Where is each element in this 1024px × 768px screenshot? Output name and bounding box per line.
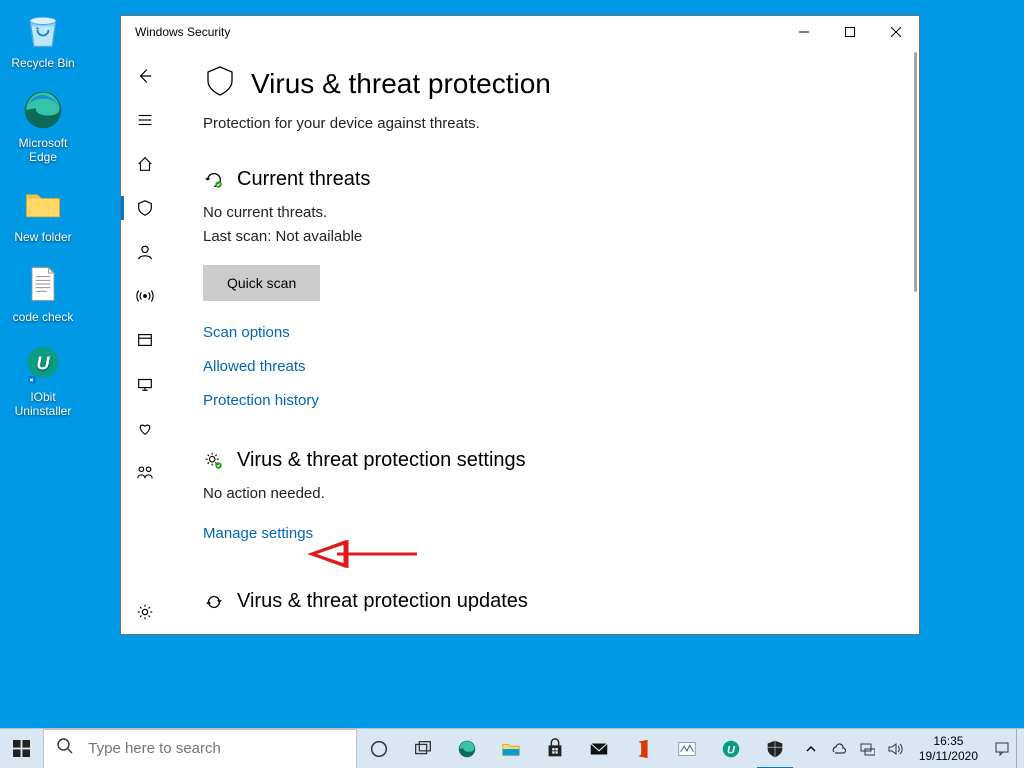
tray-network[interactable]: [853, 729, 881, 768]
tray-volume[interactable]: [881, 729, 909, 768]
tray-onedrive[interactable]: [825, 729, 853, 768]
left-nav: [121, 48, 169, 634]
vtp-settings-title: Virus & threat protection settings: [237, 449, 526, 472]
page-subtitle: Protection for your device against threa…: [203, 115, 889, 132]
updates-icon: [203, 592, 225, 612]
nav-device-security[interactable]: [121, 362, 169, 406]
svg-text:U: U: [727, 744, 736, 756]
quick-scan-button[interactable]: Quick scan: [203, 265, 320, 301]
task-icons: U: [357, 729, 797, 768]
desktop-icon-edge[interactable]: Microsoft Edge: [4, 88, 82, 164]
clock-time: 16:35: [933, 734, 963, 748]
taskbar-iobit[interactable]: U: [709, 729, 753, 768]
taskbar-search[interactable]: [43, 729, 357, 768]
page-title: Virus & threat protection: [251, 68, 551, 100]
nav-home[interactable]: [121, 142, 169, 186]
cortana-button[interactable]: [357, 729, 401, 768]
taskbar-windows-security[interactable]: [753, 729, 797, 768]
edge-icon: [21, 88, 65, 132]
taskbar-file-explorer[interactable]: [489, 729, 533, 768]
iobit-icon: U: [21, 342, 65, 386]
desktop-icon-label: IObit Uninstaller: [4, 390, 82, 418]
scan-icon: [203, 170, 225, 190]
taskbar-edge[interactable]: [445, 729, 489, 768]
window-title: Windows Security: [135, 25, 781, 39]
action-center-button[interactable]: [988, 729, 1016, 768]
nav-family-options[interactable]: [121, 450, 169, 494]
desktop-icon-label: Microsoft Edge: [4, 136, 82, 164]
minimize-button[interactable]: [781, 16, 827, 48]
vtp-settings-section: Virus & threat protection settings No ac…: [203, 449, 889, 546]
show-desktop-button[interactable]: [1016, 729, 1022, 768]
nav-back-button[interactable]: [121, 54, 169, 98]
protection-history-link[interactable]: Protection history: [203, 389, 889, 413]
desktop-icon-recycle-bin[interactable]: Recycle Bin: [4, 8, 82, 70]
text-file-icon: [21, 262, 65, 306]
taskbar-store[interactable]: [533, 729, 577, 768]
settings-status: No action needed.: [203, 482, 889, 506]
taskbar-clock[interactable]: 16:35 19/11/2020: [909, 734, 988, 763]
close-button[interactable]: [873, 16, 919, 48]
titlebar[interactable]: Windows Security: [121, 16, 919, 48]
nav-firewall[interactable]: [121, 274, 169, 318]
search-icon: [56, 737, 74, 760]
nav-account-protection[interactable]: [121, 230, 169, 274]
taskbar-mail[interactable]: [577, 729, 621, 768]
nav-virus-protection[interactable]: [121, 186, 169, 230]
settings-section-icon: [203, 451, 225, 471]
svg-text:U: U: [36, 353, 50, 374]
desktop-icon-code-check[interactable]: code check: [4, 262, 82, 324]
search-input[interactable]: [86, 739, 344, 758]
current-threats-section: Current threats No current threats. Last…: [203, 168, 889, 413]
taskbar-snip[interactable]: [665, 729, 709, 768]
scan-options-link[interactable]: Scan options: [203, 321, 889, 345]
nav-app-browser[interactable]: [121, 318, 169, 362]
windows-security-window: Windows Security Virus & threat protecti…: [120, 15, 920, 635]
scrollbar[interactable]: [914, 52, 917, 292]
nav-hamburger-button[interactable]: [121, 98, 169, 142]
desktop-icons: Recycle Bin Microsoft Edge New folder co…: [4, 8, 82, 418]
desktop-icon-label: code check: [13, 310, 74, 324]
folder-icon: [21, 182, 65, 226]
desktop-icon-label: Recycle Bin: [11, 56, 74, 70]
desktop-icon-label: New folder: [14, 230, 71, 244]
taskbar-office[interactable]: [621, 729, 665, 768]
start-button[interactable]: [0, 729, 43, 768]
manage-settings-link[interactable]: Manage settings: [203, 522, 889, 546]
allowed-threats-link[interactable]: Allowed threats: [203, 355, 889, 379]
clock-date: 19/11/2020: [919, 749, 978, 763]
taskbar: U 16:35 19/11/2020: [0, 728, 1024, 768]
vtp-updates-title: Virus & threat protection updates: [237, 590, 528, 613]
nav-settings[interactable]: [121, 590, 169, 634]
recycle-bin-icon: [21, 8, 65, 52]
maximize-button[interactable]: [827, 16, 873, 48]
tray-overflow[interactable]: [797, 729, 825, 768]
vtp-updates-section: Virus & threat protection updates: [203, 590, 889, 613]
shield-icon: [203, 64, 237, 103]
nav-device-performance[interactable]: [121, 406, 169, 450]
current-threats-title: Current threats: [237, 168, 370, 191]
content-area: Virus & threat protection Protection for…: [169, 48, 919, 634]
task-view-button[interactable]: [401, 729, 445, 768]
system-tray: 16:35 19/11/2020: [797, 729, 1024, 768]
last-scan-status: Last scan: Not available: [203, 225, 889, 249]
desktop-icon-new-folder[interactable]: New folder: [4, 182, 82, 244]
threats-status: No current threats.: [203, 201, 889, 225]
desktop-icon-iobit[interactable]: U IObit Uninstaller: [4, 342, 82, 418]
